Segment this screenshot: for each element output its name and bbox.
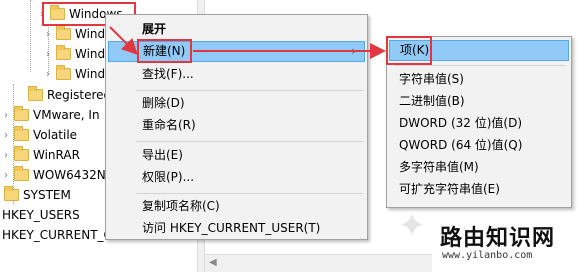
folder-icon — [28, 86, 43, 101]
folder-icon — [14, 146, 29, 161]
menu-separator — [136, 90, 363, 91]
submenu-item-dword-value[interactable]: DWORD (32 位)值(D) — [389, 113, 569, 134]
annotation-highlight-box — [386, 36, 432, 65]
tree-node-winrar[interactable]: › WinRAR — [0, 145, 80, 165]
chevron-right-icon[interactable]: › — [42, 24, 54, 44]
tree-node-windows-child[interactable]: › Windo — [42, 44, 113, 64]
submenu-item-string-value[interactable]: 字符串值(S) — [389, 69, 569, 90]
tree-node-hkey-users[interactable]: HKEY_USERS — [2, 205, 80, 225]
chevron-right-icon[interactable]: › — [0, 105, 12, 125]
menu-separator — [136, 193, 363, 194]
tree-connector — [30, 0, 31, 72]
submenu-arrow-icon: › — [351, 44, 356, 58]
tree-node-label: HKEY_USERS — [2, 208, 80, 222]
menu-item-find[interactable]: 查找(F)... — [108, 64, 365, 85]
watermark-title: 路由知识网 — [440, 226, 556, 251]
tree-node-label: HKEY_CURRENT_C — [2, 228, 112, 242]
menu-item-rename[interactable]: 重命名(R) — [108, 115, 365, 136]
tree-node-label: WinRAR — [33, 148, 80, 162]
chevron-right-icon[interactable]: › — [42, 64, 54, 84]
folder-icon — [14, 166, 29, 181]
tree-node-registeredapplications[interactable]: RegisteredA — [14, 85, 119, 105]
menu-item-copy-key-name[interactable]: 复制项名称(C) — [108, 196, 365, 217]
menu-separator — [395, 65, 565, 66]
tree-node-hkey-current-config[interactable]: HKEY_CURRENT_C — [2, 225, 112, 245]
watermark-url: www.yilanbo.com — [442, 250, 533, 261]
submenu-item-expandable-string-value[interactable]: 可扩充字符串值(E) — [389, 179, 569, 200]
folder-icon — [4, 186, 19, 201]
tree-node-label: Volatile — [33, 128, 78, 142]
tree-node-wow6432node[interactable]: › WOW6432N — [0, 165, 106, 185]
submenu-item-binary-value[interactable]: 二进制值(B) — [389, 91, 569, 112]
tree-node-windows-child[interactable]: › Windo — [42, 24, 113, 44]
submenu-item-multi-string-value[interactable]: 多字符串值(M) — [389, 157, 569, 178]
tree-node-windows-child[interactable]: › Windo — [42, 64, 113, 84]
menu-item-export[interactable]: 导出(E) — [108, 145, 365, 166]
folder-icon — [14, 126, 29, 141]
menu-item-goto-hkcu[interactable]: 访问 HKEY_CURRENT_USER(T) — [108, 218, 365, 239]
folder-icon — [56, 45, 71, 60]
tree-node-volatile[interactable]: › Volatile — [0, 125, 77, 145]
chevron-right-icon[interactable]: › — [0, 165, 12, 185]
menu-item-delete[interactable]: 删除(D) — [108, 93, 365, 114]
chevron-right-icon[interactable]: › — [0, 125, 12, 145]
folder-icon — [56, 25, 71, 40]
tree-node-system[interactable]: SYSTEM — [0, 185, 71, 205]
menu-item-expand[interactable]: 展开 — [108, 19, 365, 40]
menu-item-permissions[interactable]: 权限(P)... — [108, 167, 365, 188]
folder-icon — [56, 65, 71, 80]
chevron-right-icon[interactable]: › — [0, 145, 12, 165]
folder-icon — [14, 106, 29, 121]
watermark-star-icon: ✦ — [397, 206, 427, 246]
submenu-item-qword-value[interactable]: QWORD (64 位)值(Q) — [389, 135, 569, 156]
scroll-left-icon[interactable]: ◀ — [209, 257, 217, 268]
tree-node-label: VMware, In — [33, 108, 100, 122]
menu-separator — [136, 141, 363, 142]
chevron-right-icon[interactable]: › — [42, 44, 54, 64]
tree-node-label: WOW6432N — [33, 168, 106, 182]
tree-node-vmware[interactable]: › VMware, In — [0, 105, 100, 125]
annotation-highlight-box — [137, 39, 192, 63]
tree-node-label: SYSTEM — [23, 188, 71, 202]
